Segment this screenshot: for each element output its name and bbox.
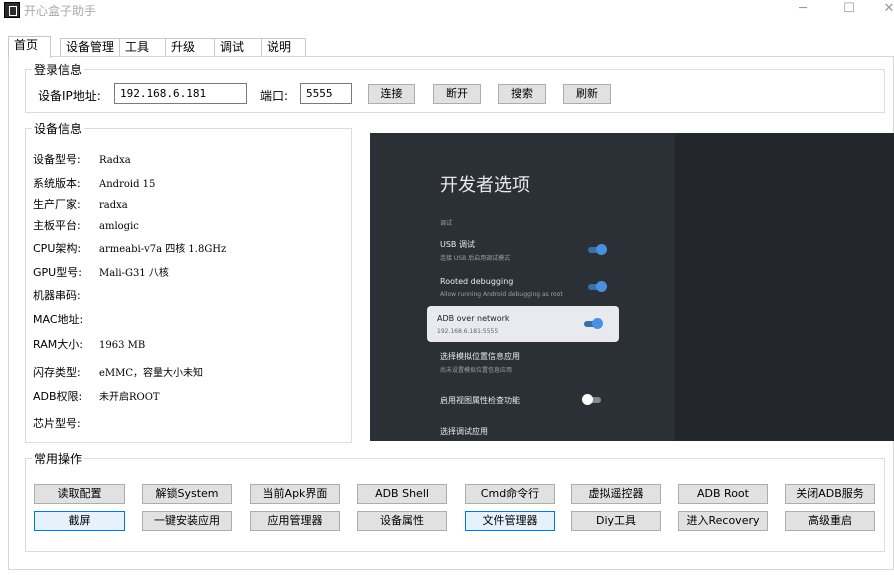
board-platform-row: 主板平台: amlogic [33, 219, 139, 232]
cmd-button[interactable]: Cmd命令行 [465, 484, 555, 504]
tab-device-management[interactable]: 设备管理 [60, 38, 120, 57]
common-ops-group: 常用操作 [25, 450, 885, 552]
close-icon[interactable]: ✕ [866, 0, 894, 26]
refresh-button[interactable]: 刷新 [563, 84, 611, 104]
tab-debug[interactable]: 调试 [214, 38, 262, 57]
diy-tools-button[interactable]: Diy工具 [571, 511, 661, 531]
cpu-arch-row: CPU架构: armeabi-v7a 四核 1.8GHz [33, 242, 227, 255]
screen-item-view-attr: 启用视图属性检查功能 [440, 396, 520, 405]
install-app-button[interactable]: 一键安装应用 [142, 511, 232, 531]
enter-recovery-button[interactable]: 进入Recovery [678, 511, 768, 531]
screen-item-debug-app: 选择调试应用 [440, 427, 488, 436]
ip-label: 设备IP地址: [38, 89, 101, 103]
common-ops-group-label: 常用操作 [32, 450, 85, 467]
adb-root-button[interactable]: ADB Root [678, 484, 768, 504]
advanced-reboot-button[interactable]: 高级重启 [785, 511, 875, 531]
title-bar: 开心盒子助手 ─ ☐ ✕ [0, 0, 894, 30]
adb-over-network-card: ADB over network 192.168.6.181:5555 [427, 306, 619, 342]
app-icon [4, 2, 20, 18]
file-manager-button[interactable]: 文件管理器 [465, 511, 555, 531]
system-version-row: 系统版本: Android 15 [33, 177, 156, 190]
disconnect-button[interactable]: 断开 [433, 84, 481, 104]
screen-section: 调试 [440, 220, 453, 227]
adb-permission-row: ADB权限: 未开启ROOT [33, 390, 160, 403]
window-title: 开心盒子助手 [24, 4, 97, 18]
screen-item-adb-network-sub: 192.168.6.181:5555 [437, 328, 499, 335]
ip-input[interactable]: 192.168.6.181 [114, 83, 247, 104]
screen-title: 开发者选项 [440, 175, 530, 196]
serial-row: 机器串码: [33, 289, 81, 302]
search-button[interactable]: 搜索 [498, 84, 546, 104]
minimize-icon[interactable]: ─ [780, 0, 826, 26]
screen-item-adb-network: ADB over network [437, 314, 510, 323]
unlock-system-button[interactable]: 解锁System [142, 484, 232, 504]
device-info-group-label: 设备信息 [32, 120, 85, 137]
screen-item-usb-debug-sub: 连接 USB 后启用调试模式 [440, 255, 511, 262]
tab-home[interactable]: 首页 [8, 36, 51, 58]
gpu-model-row: GPU型号: Mali-G31 八核 [33, 266, 169, 279]
manufacturer-row: 生产厂家: radxa [33, 198, 128, 211]
screen-item-rooted-debug: Rooted debugging [440, 277, 514, 286]
mac-row: MAC地址: [33, 313, 84, 326]
toggle-icon [588, 281, 607, 292]
chip-model-row: 芯片型号: [33, 417, 81, 430]
ram-row: RAM大小: 1963 MB [33, 338, 146, 351]
device-props-button[interactable]: 设备属性 [357, 511, 447, 531]
connect-button[interactable]: 连接 [368, 84, 415, 104]
screenshot-button[interactable]: 截屏 [34, 511, 125, 531]
tab-toolbox[interactable]: 工具箱 [119, 38, 166, 71]
screen-item-usb-debug: USB 调试 [440, 240, 475, 249]
login-group-label: 登录信息 [32, 61, 85, 78]
device-info-group: 设备信息 设备型号: Radxa 系统版本: Android 15 生产厂家: rad… [25, 120, 352, 443]
screen-item-rooted-debug-sub: Allow running Android debugging as root [440, 291, 563, 298]
tab-help[interactable]: 说明 [261, 38, 306, 57]
close-adb-service-button[interactable]: 关闭ADB服务 [785, 484, 875, 504]
storage-row: 闪存类型: eMMC，容量大小未知 [33, 366, 204, 379]
toggle-icon [584, 318, 603, 329]
screen-item-mock-location: 选择模拟位置信息应用 [440, 352, 520, 361]
device-screen-preview[interactable]: 开发者选项 调试 USB 调试 连接 USB 后启用调试模式 Rooted de… [370, 133, 894, 441]
toggle-icon [588, 244, 607, 255]
toggle-icon [582, 394, 601, 405]
screen-side-panel [675, 133, 894, 441]
virtual-remote-button[interactable]: 虚拟遥控器 [571, 484, 661, 504]
port-label: 端口: [260, 89, 289, 103]
tab-upgrade[interactable]: 升级 [165, 38, 215, 57]
read-config-button[interactable]: 读取配置 [34, 484, 125, 504]
adb-shell-button[interactable]: ADB Shell [357, 484, 447, 504]
app-manager-button[interactable]: 应用管理器 [250, 511, 340, 531]
port-input[interactable]: 5555 [300, 83, 352, 104]
device-model-row: 设备型号: Radxa [33, 153, 131, 166]
screen-item-mock-location-sub: 尚未设置模拟位置信息应用 [440, 367, 513, 374]
current-apk-button[interactable]: 当前Apk界面 [250, 484, 340, 504]
